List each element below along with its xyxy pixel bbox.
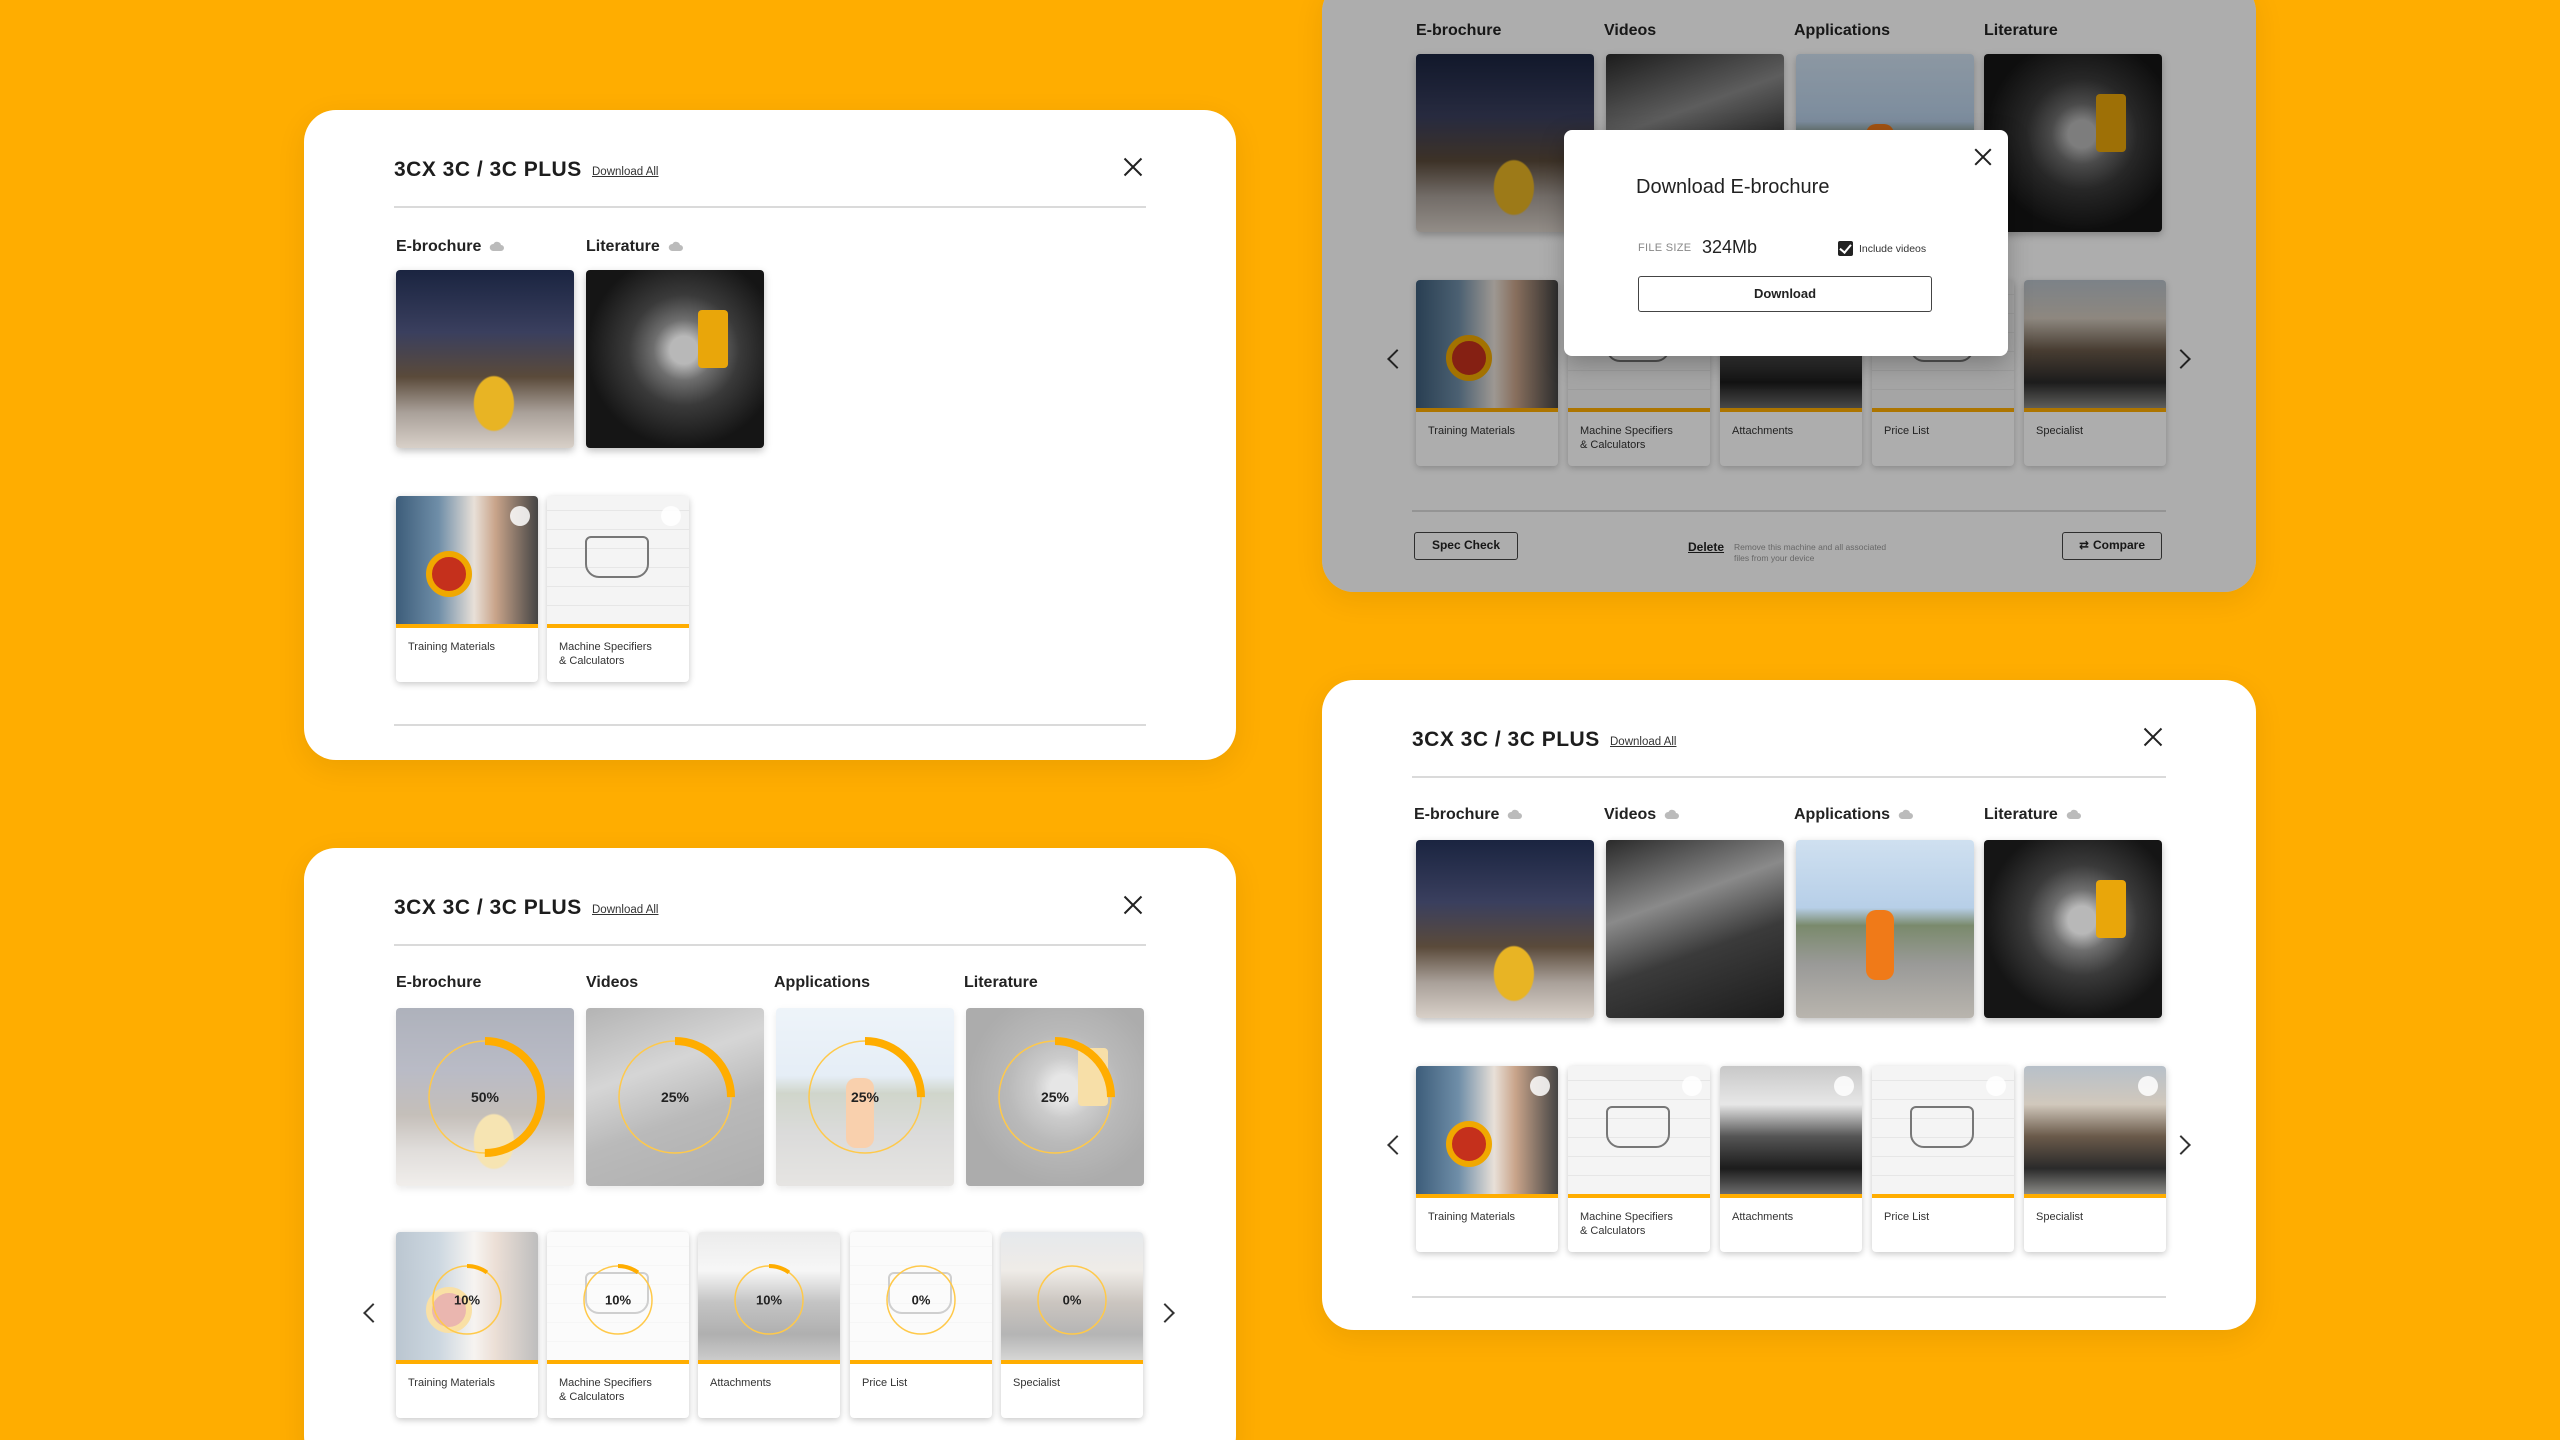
panel-title: 3CX 3C / 3C PLUS — [394, 158, 582, 181]
cloud-download-icon[interactable] — [668, 241, 684, 252]
include-videos-label[interactable]: Include videos — [1859, 243, 1926, 255]
card-specialist[interactable]: Specialist — [1001, 1232, 1143, 1418]
chevron-right-icon[interactable] — [2172, 1134, 2194, 1156]
modal-title: Download E-brochure — [1636, 176, 1830, 198]
card-training-materials[interactable]: Training Materials — [396, 496, 538, 682]
card-attachments[interactable]: Attachments — [698, 1232, 840, 1418]
chevron-left-icon[interactable] — [1382, 1134, 1404, 1156]
ebrochure-thumbnail[interactable] — [1416, 840, 1594, 1018]
card-price-list[interactable]: Price List — [1872, 1066, 2014, 1252]
file-size-label: FILE SIZE — [1638, 242, 1692, 254]
cloud-download-icon[interactable] — [1664, 809, 1680, 820]
category-label-ebrochure: E-brochure — [1414, 806, 1523, 824]
cloud-download-icon[interactable] — [510, 506, 530, 526]
category-label-applications: Applications — [774, 974, 871, 991]
panel-title: 3CX 3C / 3C PLUS — [394, 896, 582, 919]
divider — [1412, 1296, 2166, 1298]
card-price-list[interactable]: Price List — [850, 1232, 992, 1418]
applications-thumbnail[interactable] — [776, 1008, 954, 1186]
include-videos-checkbox[interactable] — [1838, 241, 1853, 256]
videos-thumbnail[interactable] — [1606, 840, 1784, 1018]
panel-title: 3CX 3C / 3C PLUS — [1412, 728, 1600, 751]
cloud-download-icon[interactable] — [1507, 809, 1523, 820]
divider — [394, 724, 1146, 726]
category-label-applications: Applications — [1794, 806, 1914, 824]
download-all-link[interactable]: Download All — [592, 166, 658, 178]
download-all-link[interactable]: Download All — [1610, 736, 1676, 748]
panel-header: 3CX 3C / 3C PLUS Download All — [1412, 728, 2166, 778]
cloud-download-icon[interactable] — [1986, 1076, 2006, 1096]
cloud-download-icon[interactable] — [661, 506, 681, 526]
cloud-download-icon[interactable] — [2066, 809, 2082, 820]
category-label-ebrochure: E-brochure — [396, 238, 505, 256]
panel-header: 3CX 3C / 3C PLUS Download All — [394, 896, 1146, 946]
ebrochure-thumbnail[interactable] — [396, 1008, 574, 1186]
category-label-ebrochure: E-brochure — [396, 974, 482, 991]
download-modal: Download E-brochure FILE SIZE 324Mb Incl… — [1564, 130, 2008, 356]
chevron-right-icon[interactable] — [1156, 1302, 1178, 1324]
videos-thumbnail[interactable] — [586, 1008, 764, 1186]
card-attachments[interactable]: Attachments — [1720, 1066, 1862, 1252]
chevron-left-icon[interactable] — [358, 1302, 380, 1324]
download-all-link[interactable]: Download All — [592, 904, 658, 916]
applications-thumbnail[interactable] — [1796, 840, 1974, 1018]
cloud-download-icon[interactable] — [1898, 809, 1914, 820]
card-training-materials[interactable]: Training Materials — [1416, 1066, 1558, 1252]
cloud-download-icon[interactable] — [1530, 1076, 1550, 1096]
machine-panel-partial: 3CX 3C / 3C PLUS Download All E-brochure… — [304, 110, 1236, 760]
machine-panel-downloading: 3CX 3C / 3C PLUS Download All E-brochure… — [304, 848, 1236, 1440]
card-training-materials[interactable]: Training Materials — [396, 1232, 538, 1418]
cloud-download-icon[interactable] — [1682, 1076, 1702, 1096]
card-machine-specifiers[interactable]: Machine Specifiers & Calculators — [547, 1232, 689, 1418]
ebrochure-thumbnail[interactable] — [396, 270, 574, 448]
card-label: Training Materials — [408, 641, 496, 653]
download-button[interactable]: Download — [1638, 276, 1932, 312]
card-specialist[interactable]: Specialist — [2024, 1066, 2166, 1252]
close-icon[interactable] — [1972, 146, 1994, 168]
category-label-literature: Literature — [586, 238, 684, 256]
category-label-literature: Literature — [964, 974, 1038, 991]
cloud-download-icon[interactable] — [489, 241, 505, 252]
card-machine-specifiers[interactable]: Machine Specifiers & Calculators — [1568, 1066, 1710, 1252]
literature-thumbnail[interactable] — [586, 270, 764, 448]
literature-thumbnail[interactable] — [966, 1008, 1144, 1186]
category-label-videos: Videos — [586, 974, 639, 991]
category-label-literature: Literature — [1984, 806, 2082, 824]
category-label-videos: Videos — [1604, 806, 1680, 824]
card-machine-specifiers[interactable]: Machine Specifiers & Calculators — [547, 496, 689, 682]
close-icon[interactable] — [1120, 892, 1146, 918]
literature-thumbnail[interactable] — [1984, 840, 2162, 1018]
close-icon[interactable] — [1120, 154, 1146, 180]
cloud-download-icon[interactable] — [1834, 1076, 1854, 1096]
close-icon[interactable] — [2140, 724, 2166, 750]
cloud-download-icon[interactable] — [2138, 1076, 2158, 1096]
machine-panel-complete: 3CX 3C / 3C PLUS Download All E-brochure… — [1322, 680, 2256, 1330]
file-size-value: 324Mb — [1702, 237, 1758, 257]
panel-header: 3CX 3C / 3C PLUS Download All — [394, 158, 1146, 208]
card-label: Machine Specifiers & Calculators — [559, 641, 652, 667]
